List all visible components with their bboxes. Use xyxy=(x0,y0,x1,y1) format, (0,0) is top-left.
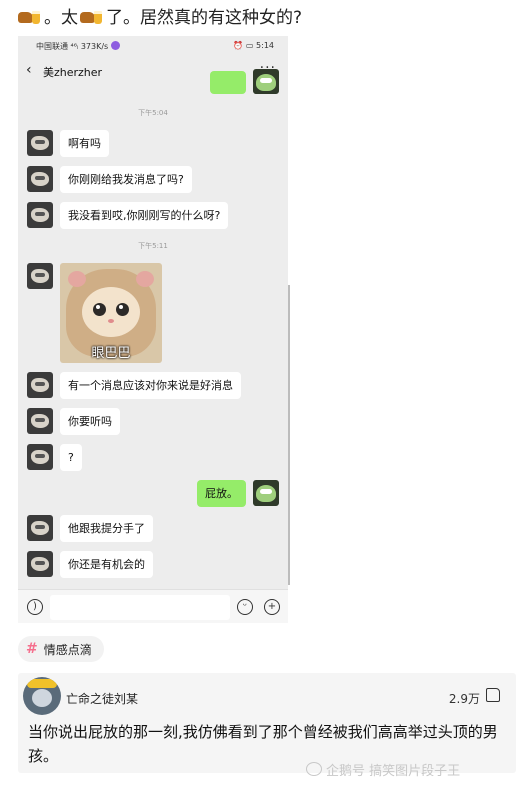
timestamp: 下午5:04 xyxy=(138,109,168,117)
message-bubble[interactable]: 他跟我提分手了 xyxy=(60,515,153,542)
penguin-logo-icon xyxy=(306,762,322,776)
contact-avatar[interactable] xyxy=(27,372,53,398)
post-title-part-2: 了。居然真的有这种女的? xyxy=(106,8,303,28)
status-right: ⏰ ▭ 5:14 xyxy=(233,41,274,50)
contact-avatar[interactable] xyxy=(27,515,53,541)
contact-avatar[interactable] xyxy=(27,202,53,228)
message-bubble-mine[interactable]: 屁放。 xyxy=(197,480,246,507)
notification-badge-icon xyxy=(110,41,120,50)
cat-eye xyxy=(93,303,106,316)
message-bubble[interactable]: ? xyxy=(60,444,82,471)
message-bubble[interactable]: 有一个消息应该对你来说是好消息 xyxy=(60,372,241,399)
bull-beer-emoji-icon xyxy=(18,9,42,27)
post-title-part-1: 。太 xyxy=(44,8,78,28)
sticker-caption: 眼巴巴 xyxy=(91,346,131,361)
cat-eye xyxy=(116,303,129,316)
message-bubble-mine[interactable] xyxy=(210,71,246,94)
plus-icon[interactable]: + xyxy=(264,599,280,615)
cat-ear xyxy=(136,271,154,287)
topic-label: 情感点滴 xyxy=(43,642,92,657)
timestamp: 下午5:11 xyxy=(138,242,168,250)
commenter-avatar[interactable] xyxy=(23,677,61,715)
bull-beer-emoji-icon xyxy=(80,9,104,27)
watermark: 企鹅号 搞笑图片段子王 xyxy=(306,760,460,779)
thumbs-up-icon[interactable] xyxy=(486,688,500,702)
cat-nose xyxy=(108,319,114,323)
emoji-icon[interactable]: ᵕ xyxy=(237,599,253,615)
cat-sticker-image[interactable]: 眼巴巴 xyxy=(60,263,162,363)
commenter-name[interactable]: 亡命之徒刘某 xyxy=(66,690,138,707)
post-title: 。太 了。居然真的有这种女的? xyxy=(18,6,508,30)
input-bar: ) ᵕ + xyxy=(18,589,288,623)
message-bubble[interactable]: 你还是有机会的 xyxy=(60,551,153,578)
chat-screenshot: 中国联通 ⁴⁶ₗ 373K/s ⏰ ▭ 5:14 ‹ 美zherzher ···… xyxy=(18,36,288,623)
my-avatar[interactable] xyxy=(253,69,279,94)
chat-title: 美zherzher xyxy=(43,66,103,79)
hot-comment: 亡命之徒刘某 2.9万 当你说出屁放的那一刻,我仿佛看到了那个曾经被我们高高举过… xyxy=(18,673,516,773)
scrollbar[interactable] xyxy=(288,285,290,585)
message-input[interactable] xyxy=(50,595,230,620)
contact-avatar[interactable] xyxy=(27,551,53,577)
contact-avatar[interactable] xyxy=(27,408,53,434)
topic-tag[interactable]: # 情感点滴 xyxy=(18,636,104,662)
cat-ear xyxy=(68,271,86,287)
chat-header: ‹ 美zherzher ··· xyxy=(18,56,288,86)
contact-avatar[interactable] xyxy=(27,166,53,192)
cat-face xyxy=(82,287,140,337)
my-avatar[interactable] xyxy=(253,480,279,506)
voice-icon[interactable]: ) xyxy=(27,599,43,615)
message-bubble[interactable]: 你刚刚给我发消息了吗? xyxy=(60,166,192,193)
status-bar: 中国联通 ⁴⁶ₗ 373K/s ⏰ ▭ 5:14 xyxy=(18,36,288,56)
like-count: 2.9万 xyxy=(448,692,480,706)
status-left: 中国联通 ⁴⁶ₗ 373K/s xyxy=(36,41,120,52)
hashtag-icon: # xyxy=(26,641,38,657)
contact-avatar[interactable] xyxy=(27,444,53,470)
message-bubble[interactable]: 你要听吗 xyxy=(60,408,120,435)
contact-avatar[interactable] xyxy=(27,130,53,156)
message-bubble[interactable]: 啊有吗 xyxy=(60,130,109,157)
contact-avatar[interactable] xyxy=(27,263,53,289)
message-bubble[interactable]: 我没看到哎,你刚刚写的什么呀? xyxy=(60,202,229,229)
back-icon[interactable]: ‹ xyxy=(26,62,32,78)
